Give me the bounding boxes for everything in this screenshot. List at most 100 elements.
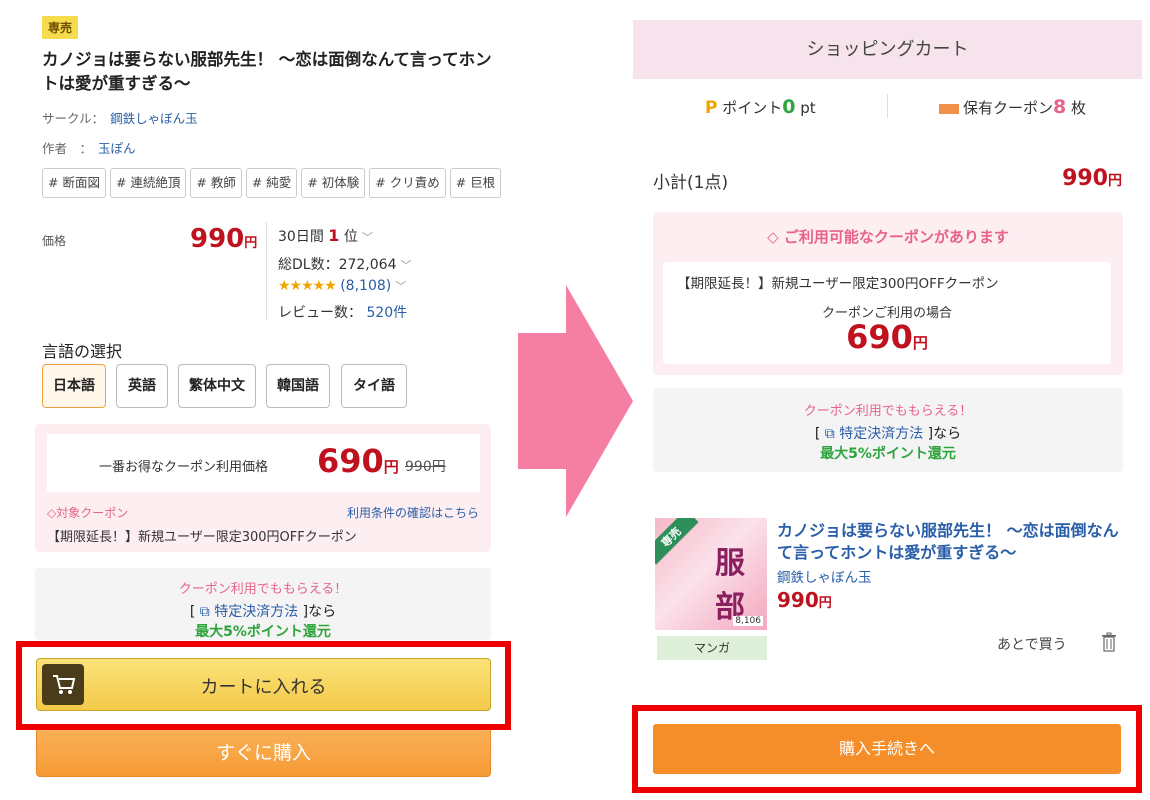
category-badge: マンガ [657,636,767,660]
best-price-value: 690 [317,442,384,480]
points-promo-text: クーポン利用でももらえる！ [178,582,348,597]
available-coupon-name: 【期限延長！】新規ユーザー限定300円OFFクーポン [677,276,999,292]
points-promo-box: クーポン利用でももらえる！ [ ⧉ 特定決済方法 ]なら 最大5%ポイント還元 [653,388,1123,472]
item-price-value: 990 [777,588,819,612]
subtotal-amount: 990 [1062,166,1108,191]
rating-count: (8,108) [340,278,392,294]
price-label: 価格 [42,234,67,248]
tag-list: # 断面図 # 連続絶頂 # 教師 # 純愛 # 初体験 # クリ責め # 巨根 [42,168,503,200]
rating-stars: ★★★★★ [278,278,337,294]
cart-header: ショッピングカート [633,20,1142,79]
available-coupon-card[interactable]: 【期限延長！】新規ユーザー限定300円OFFクーポン クーポンご利用の場合 69… [663,262,1111,364]
rank-suffix: 位 [343,229,358,245]
language-english-button[interactable]: 英語 [116,364,168,408]
payment-method-line: [ ⧉ 特定決済方法 ]なら [653,423,1123,443]
available-coupon-box: ◇ ご利用可能なクーポンがあります 【期限延長！】新規ユーザー限定300円OFF… [653,212,1123,375]
bracket-open: [ [189,604,196,620]
coupon-count: 8 [1053,96,1067,118]
available-coupon-text: ご利用可能なクーポンがあります [783,228,1009,246]
language-thai-button[interactable]: タイ語 [341,364,407,408]
tag-item[interactable]: # 断面図 [42,168,106,198]
divider [266,222,267,320]
original-price: 990円 [405,459,446,475]
circle-link[interactable]: 鋼鉄しゃぼん玉 [110,111,198,126]
cart-item-price: 990円 [777,588,832,612]
trash-icon[interactable] [1101,632,1117,652]
points-promo-text: クーポン利用でももらえる！ [803,404,973,419]
author-link[interactable]: 玉ぽん [98,141,136,156]
payment-method-link[interactable]: 特定決済方法 [839,426,923,442]
cart-item-title[interactable]: カノジョは要らない服部先生！ 〜恋は面倒なんて言ってホントは愛が重すぎる〜 [777,520,1122,564]
bracket-open: [ [814,426,821,442]
thumbnail-cover-title: 服部 [715,546,745,625]
target-coupon-label: ◇対象クーポン [47,504,128,521]
rank-value: 1 [328,226,340,245]
subtotal-label: 小計(1点) [653,173,729,193]
max-points-text: 最大5%ポイント還元 [195,624,331,640]
chevron-down-icon: ﹀ [400,259,412,272]
cart-item-circle[interactable]: 鋼鉄しゃぼん玉 [777,566,872,586]
downloads-row[interactable]: 総DL数：272,064 ﹀ [278,254,411,274]
language-heading: 言語の選択 [42,342,123,361]
point-value: 0 [782,96,796,118]
tag-item[interactable]: # 教師 [190,168,242,198]
best-price: 690円 [317,442,399,480]
points-summary[interactable]: P ポイント0 pt [705,96,816,118]
terms-link[interactable]: 利用条件の確認はこちら [347,504,479,521]
coupon-summary[interactable]: 保有クーポン8 枚 [939,96,1086,118]
review-count-link[interactable]: 520件 [366,305,407,321]
circle-label: サークル： [42,111,105,126]
payment-method-line: [ ⧉ 特定決済方法 ]なら [35,601,491,621]
review-row: レビュー数： 520件 [278,302,407,322]
buy-now-button[interactable]: すぐに購入 [36,724,491,777]
coupon-price: 690円 [663,318,1111,356]
circle-row: サークル： 鋼鉄しゃぼん玉 [42,108,198,127]
point-label: ポイント [722,99,783,117]
price-value: 990 [190,224,245,254]
rating-row[interactable]: ★★★★★ (8,108) ﹀ [278,278,406,294]
coupon-unit: 枚 [1071,99,1087,117]
yen-unit: 円 [818,596,832,611]
tag-item[interactable]: # クリ責め [369,168,446,198]
external-link-icon: ⧉ [199,604,210,620]
bracket-close: ]なら [927,426,962,442]
highlight-frame-checkout [632,705,1142,793]
highlight-frame-cart [16,641,511,730]
coupon-label: 保有クーポン [963,99,1054,117]
max-points-text: 最大5%ポイント還元 [820,446,956,462]
arrow-right-icon [518,285,633,517]
best-price-card: 一番お得なクーポン利用価格 690円 990円 [47,434,480,492]
yen-unit: 円 [1108,173,1122,189]
rank-prefix: 30日間 [278,229,324,245]
author-row: 作者 ： 玉ぽん [42,138,136,157]
yen-unit: 円 [912,334,928,352]
yen-unit: 円 [383,458,399,476]
coupon-name: 【期限延長！】新規ユーザー限定300円OFFクーポン [47,530,357,545]
tag-icon: ◇ [47,506,57,520]
shopping-cart-panel: ショッピングカート P ポイント0 pt 保有クーポン8 枚 小計(1点) 99… [633,0,1150,800]
point-icon: P [705,98,718,118]
chevron-down-icon: ﹀ [395,280,407,293]
tag-item[interactable]: # 連続絶頂 [109,168,187,198]
product-price: 990円 [190,224,257,254]
product-thumbnail[interactable]: 専売 服部 8,106 [655,518,767,630]
rank-row[interactable]: 30日間 1 位 ﹀ [278,226,373,246]
tag-item[interactable]: # 初体験 [301,168,366,198]
tag-item[interactable]: # 純愛 [245,168,298,198]
chevron-down-icon: ﹀ [361,231,373,244]
payment-method-link[interactable]: 特定決済方法 [214,604,298,620]
coupon-ticket-icon [939,103,959,114]
author-label: 作者 ： [42,141,93,156]
downloads-text: 総DL数：272,064 [278,257,397,273]
language-korean-button[interactable]: 韓国語 [266,364,330,408]
subtotal-value: 990円 [1062,166,1122,191]
review-label: レビュー数： [278,305,362,321]
external-link-icon: ⧉ [824,426,835,442]
language-traditional-chinese-button[interactable]: 繁体中文 [178,364,256,408]
best-price-label: 一番お得なクーポン利用価格 [99,460,269,475]
buy-later-button[interactable]: あとで買う [997,634,1067,654]
tag-item[interactable]: # 巨根 [449,168,502,198]
product-title: カノジョは要らない服部先生！ 〜恋は面倒なんて言ってホントは愛が重すぎる〜 [42,50,492,93]
target-coupon-text: 対象クーポン [56,506,129,520]
language-japanese-button[interactable]: 日本語 [42,364,106,408]
